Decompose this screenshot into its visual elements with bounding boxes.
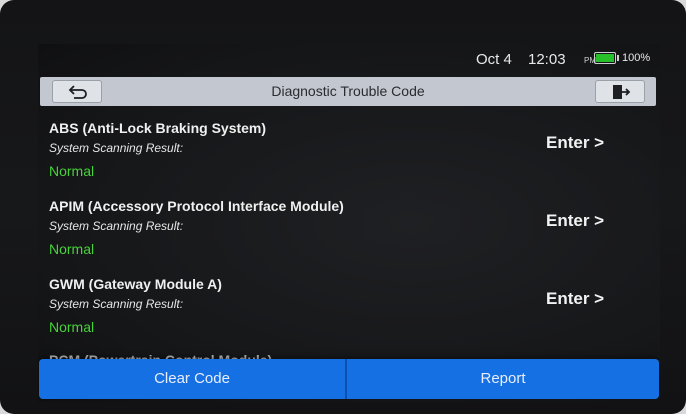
status-text: Normal <box>49 319 95 335</box>
exit-button[interactable] <box>595 80 645 103</box>
module-name: APIM (Accessory Protocol Interface Modul… <box>49 198 344 214</box>
exit-door-icon <box>613 85 631 99</box>
enter-button[interactable]: Enter > <box>546 211 604 231</box>
clear-code-button[interactable]: Clear Code <box>39 359 345 399</box>
report-button[interactable]: Report <box>347 359 659 399</box>
enter-button[interactable]: Enter > <box>546 133 604 153</box>
status-text: Normal <box>49 241 95 257</box>
result-label: System Scanning Result: <box>49 141 184 155</box>
status-time: 12:03 <box>528 51 566 68</box>
device-frame: Oct 4 12:03 PM 100% Diagnostic Trouble C… <box>0 0 686 414</box>
page-title: Diagnostic Trouble Code <box>271 83 425 99</box>
battery-fill <box>596 54 614 62</box>
module-name: GWM (Gateway Module A) <box>49 276 222 292</box>
status-text: Normal <box>49 163 95 179</box>
screen: Oct 4 12:03 PM 100% Diagnostic Trouble C… <box>38 44 660 402</box>
battery-tip <box>617 55 619 61</box>
title-bar: Diagnostic Trouble Code <box>40 77 656 106</box>
list-item-apim[interactable]: APIM (Accessory Protocol Interface Modul… <box>38 184 660 262</box>
module-name: ABS (Anti-Lock Braking System) <box>49 120 267 136</box>
result-label: System Scanning Result: <box>49 297 184 311</box>
list-item-abs[interactable]: ABS (Anti-Lock Braking System) System Sc… <box>38 106 660 184</box>
list-item-gwm[interactable]: GWM (Gateway Module A) System Scanning R… <box>38 262 660 340</box>
enter-button[interactable]: Enter > <box>546 289 604 309</box>
status-date: Oct 4 <box>476 51 512 68</box>
battery-percent: 100% <box>622 52 651 64</box>
battery-icon <box>594 52 616 64</box>
result-label: System Scanning Result: <box>49 219 184 233</box>
status-bar: Oct 4 12:03 PM 100% <box>38 44 660 74</box>
bottom-action-bar: Clear Code Report <box>39 359 659 399</box>
